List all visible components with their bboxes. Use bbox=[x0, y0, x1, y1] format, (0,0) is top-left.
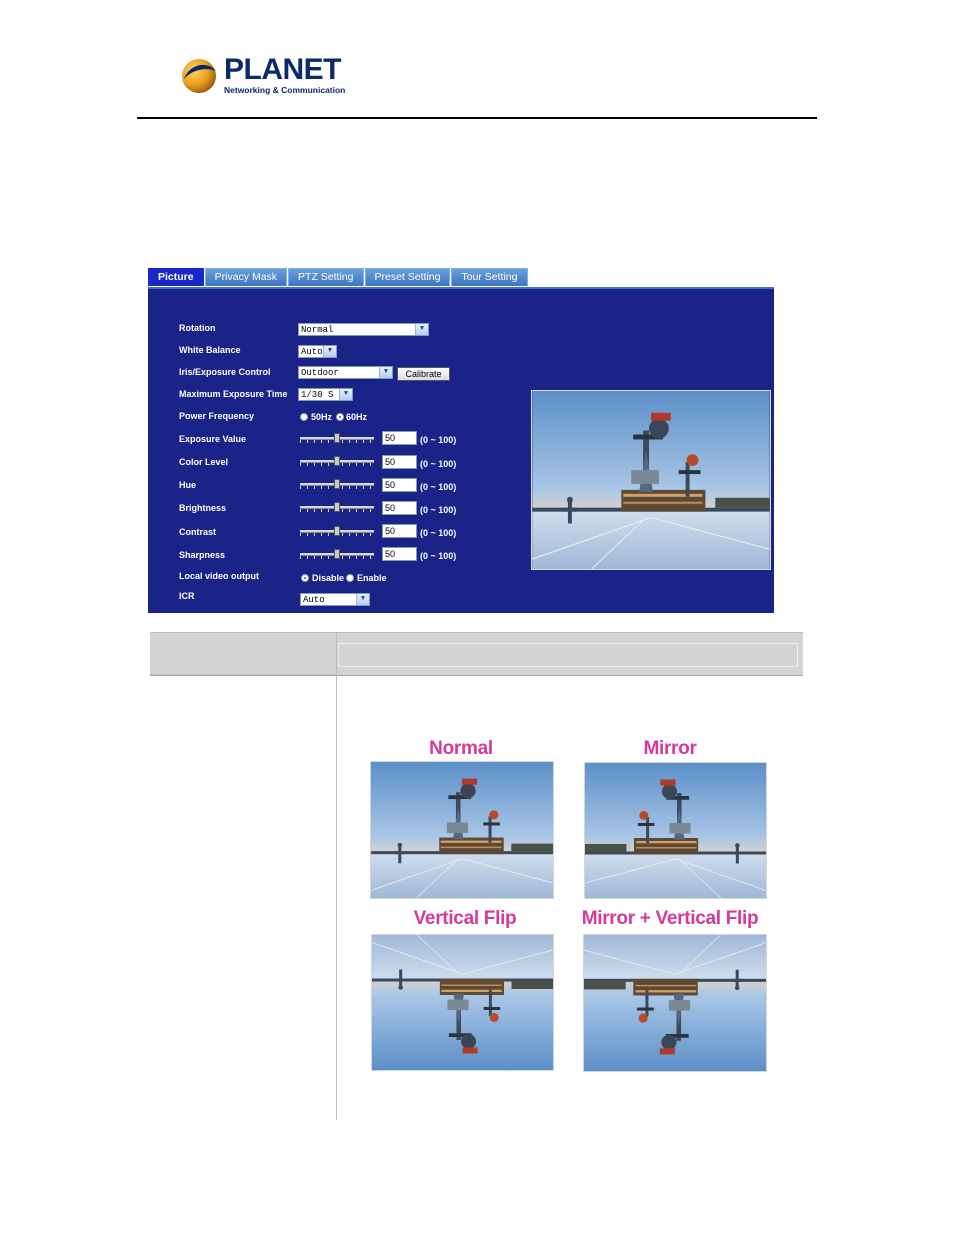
tab-picture[interactable]: Picture bbox=[148, 268, 204, 286]
rotation-label: Rotation bbox=[179, 323, 216, 333]
max-exposure-label: Maximum Exposure Time bbox=[179, 389, 288, 399]
radio-50hz-label: 50Hz bbox=[311, 412, 333, 422]
tab-preset-setting[interactable]: Preset Setting bbox=[364, 268, 451, 286]
settings-tabs: Picture Privacy Mask PTZ Setting Preset … bbox=[148, 268, 529, 286]
contrast-range: (0 ~ 100) bbox=[420, 528, 457, 538]
color-level-range: (0 ~ 100) bbox=[420, 459, 457, 469]
iris-exposure-value: Outdoor bbox=[301, 368, 339, 378]
exposure-value-input[interactable]: 50 bbox=[382, 431, 417, 445]
contrast-label: Contrast bbox=[179, 527, 217, 537]
chevron-down-icon: ▼ bbox=[339, 389, 352, 400]
example-mirror-vertical-flip-image bbox=[583, 934, 767, 1072]
hue-label: Hue bbox=[179, 480, 197, 490]
example-normal-image bbox=[370, 761, 554, 899]
white-balance-value: Auto bbox=[301, 347, 323, 357]
example-vertical-flip-image bbox=[371, 934, 554, 1071]
rotation-select[interactable]: Normal ▼ bbox=[298, 323, 429, 336]
globe-icon bbox=[182, 59, 216, 93]
hue-input[interactable]: 50 bbox=[382, 478, 417, 492]
tab-tour-setting[interactable]: Tour Setting bbox=[451, 268, 528, 286]
radio-disable[interactable] bbox=[301, 574, 309, 582]
tab-privacy-mask[interactable]: Privacy Mask bbox=[204, 268, 288, 286]
white-balance-select[interactable]: Auto ▼ bbox=[298, 345, 337, 358]
power-frequency-label: Power Frequency bbox=[179, 411, 255, 421]
radio-enable-label: Enable bbox=[357, 573, 387, 583]
radio-enable[interactable] bbox=[346, 574, 354, 582]
radio-50hz[interactable] bbox=[300, 413, 308, 421]
chevron-down-icon: ▼ bbox=[379, 367, 392, 378]
sharpness-slider[interactable] bbox=[300, 549, 374, 559]
table-row-divider bbox=[150, 674, 336, 675]
icr-select[interactable]: Auto ▼ bbox=[300, 593, 370, 606]
contrast-slider[interactable] bbox=[300, 526, 374, 536]
hue-slider[interactable] bbox=[300, 479, 374, 489]
radio-60hz[interactable] bbox=[336, 413, 344, 421]
brightness-slider[interactable] bbox=[300, 502, 374, 512]
sharpness-label: Sharpness bbox=[179, 550, 226, 560]
color-level-input[interactable]: 50 bbox=[382, 455, 417, 469]
contrast-input[interactable]: 50 bbox=[382, 524, 417, 538]
brand-name: PLANET bbox=[224, 53, 342, 86]
white-balance-label: White Balance bbox=[179, 345, 241, 355]
caption-normal: Normal bbox=[429, 738, 493, 759]
icr-value: Auto bbox=[303, 595, 325, 605]
chevron-down-icon: ▼ bbox=[356, 594, 369, 605]
table-header bbox=[150, 632, 803, 676]
exposure-value-range: (0 ~ 100) bbox=[420, 435, 457, 445]
picture-settings-panel: Rotation Normal ▼ White Balance Auto ▼ I… bbox=[148, 287, 774, 613]
color-level-label: Color Level bbox=[179, 457, 229, 467]
hue-range: (0 ~ 100) bbox=[420, 482, 457, 492]
chevron-down-icon: ▼ bbox=[415, 324, 428, 335]
iris-exposure-label: Iris/Exposure Control bbox=[179, 367, 271, 377]
table-column-divider bbox=[336, 632, 337, 1120]
planet-logo: PLANET Networking & Communication bbox=[180, 53, 345, 97]
icr-label: ICR bbox=[179, 591, 195, 601]
calibrate-button[interactable]: Calibrate bbox=[397, 367, 450, 381]
sharpness-range: (0 ~ 100) bbox=[420, 551, 457, 561]
chevron-down-icon: ▼ bbox=[323, 346, 336, 357]
max-exposure-value: 1/30 S bbox=[301, 390, 334, 400]
max-exposure-select[interactable]: 1/30 S ▼ bbox=[298, 388, 353, 401]
radio-disable-label: Disable bbox=[312, 573, 345, 583]
caption-mirror-vertical-flip: Mirror + Vertical Flip bbox=[581, 908, 759, 929]
brightness-label: Brightness bbox=[179, 503, 227, 513]
exposure-value-slider[interactable] bbox=[300, 433, 374, 443]
radio-60hz-label: 60Hz bbox=[346, 412, 368, 422]
sharpness-input[interactable]: 50 bbox=[382, 547, 417, 561]
rotation-value: Normal bbox=[301, 325, 334, 335]
live-preview-image bbox=[531, 390, 771, 570]
brightness-range: (0 ~ 100) bbox=[420, 505, 457, 515]
tab-ptz-setting[interactable]: PTZ Setting bbox=[288, 268, 364, 286]
local-video-label: Local video output bbox=[179, 571, 259, 581]
caption-mirror: Mirror bbox=[643, 738, 697, 759]
exposure-value-label: Exposure Value bbox=[179, 434, 247, 444]
color-level-slider[interactable] bbox=[300, 456, 374, 466]
caption-vertical-flip: Vertical Flip bbox=[413, 908, 517, 929]
example-mirror-image bbox=[584, 762, 767, 899]
brightness-input[interactable]: 50 bbox=[382, 501, 417, 515]
header-divider bbox=[137, 117, 817, 119]
iris-exposure-select[interactable]: Outdoor ▼ bbox=[298, 366, 393, 379]
brand-tagline: Networking & Communication bbox=[224, 85, 346, 95]
